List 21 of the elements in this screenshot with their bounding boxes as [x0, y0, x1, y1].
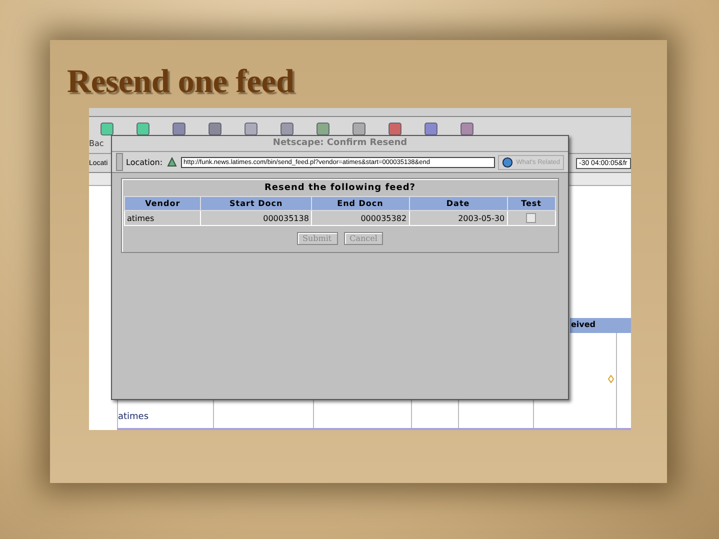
- column-header: Date: [409, 196, 508, 210]
- column-header: End Docn: [311, 196, 410, 210]
- table-cell: 2003-05-30: [409, 210, 508, 226]
- table-cell: atimes: [118, 412, 149, 422]
- location-label: Location:: [126, 158, 163, 166]
- toolbar-label: Bac: [89, 139, 104, 148]
- globe-icon: [502, 156, 514, 168]
- bookmark-icon[interactable]: [166, 156, 178, 168]
- dialog-title: Netscape: Confirm Resend: [112, 136, 568, 152]
- diamond-icon: [608, 375, 614, 383]
- table-cell: atimes: [124, 210, 201, 226]
- slide-title: Resend one feed: [67, 63, 296, 102]
- toolbar-grip[interactable]: [116, 153, 123, 171]
- form-heading: Resend the following feed?: [263, 182, 417, 195]
- column-header: Start Docn: [200, 196, 312, 210]
- table-cell: 000035138: [200, 210, 312, 226]
- column-header: Test: [507, 196, 556, 210]
- column-header: Vendor: [124, 196, 201, 210]
- column-header: eived: [570, 318, 631, 333]
- table-cell: 000035382: [311, 210, 410, 226]
- test-checkbox[interactable]: [526, 213, 536, 223]
